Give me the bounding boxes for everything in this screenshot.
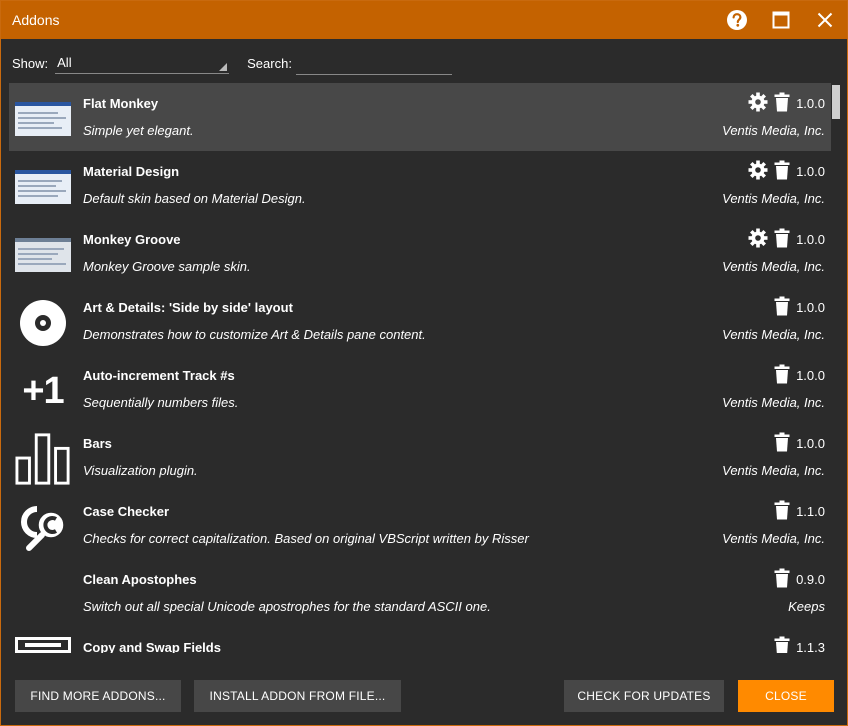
addon-name: Auto-increment Track #s (83, 368, 235, 383)
trash-icon (774, 364, 790, 383)
find-more-addons-button[interactable]: FIND MORE ADDONS... (15, 680, 181, 712)
addon-description: Sequentially numbers files. (83, 395, 239, 410)
show-dropdown[interactable]: All (55, 53, 230, 74)
case-checker-icon (21, 506, 65, 551)
skin-thumbnail (15, 93, 71, 145)
window-title: Addons (12, 12, 60, 28)
copy-swap-icon (15, 637, 71, 653)
addon-author: Ventis Media, Inc. (722, 259, 825, 274)
addon-version: 1.0.0 (796, 163, 825, 179)
close-button[interactable]: CLOSE (738, 680, 834, 712)
trash-icon (774, 636, 790, 653)
addon-description: Monkey Groove sample skin. (83, 259, 251, 274)
addon-row[interactable]: Bars Visualization plugin. 1.0.0 Ventis … (9, 423, 831, 491)
addon-row[interactable]: Copy and Swap Fields 1.1.3 (9, 627, 831, 653)
list-scrollbar[interactable] (832, 83, 840, 653)
addon-row[interactable]: Material Design Default skin based on Ma… (9, 151, 831, 219)
addon-author: Ventis Media, Inc. (722, 327, 825, 342)
addon-description: Checks for correct capitalization. Based… (83, 531, 529, 546)
addons-window: Addons Show: All Search: Flat Monkey Sim… (0, 0, 848, 726)
addon-settings-button[interactable] (748, 160, 768, 183)
addon-description: Visualization plugin. (83, 463, 198, 478)
addon-row[interactable]: +1 Auto-increment Track #s Sequentially … (9, 355, 831, 423)
addon-version: 1.0.0 (796, 435, 825, 451)
addon-delete-button[interactable] (774, 160, 790, 183)
trash-icon (774, 160, 790, 179)
addon-delete-button[interactable] (774, 568, 790, 591)
addon-author: Ventis Media, Inc. (722, 395, 825, 410)
addon-delete-button[interactable] (774, 92, 790, 115)
addon-version: 1.0.0 (796, 95, 825, 111)
addon-version: 0.9.0 (796, 571, 825, 587)
trash-icon (774, 432, 790, 451)
addon-name: Monkey Groove (83, 232, 181, 247)
trash-icon (774, 228, 790, 247)
plus-one-icon: +1 (22, 369, 64, 412)
addon-version: 1.0.0 (796, 299, 825, 315)
close-window-button[interactable] (803, 1, 847, 39)
maximize-button[interactable] (759, 1, 803, 39)
title-bar: Addons (1, 1, 847, 39)
show-dropdown-value: All (57, 54, 72, 70)
close-icon (817, 12, 833, 28)
addon-description: Demonstrates how to customize Art & Deta… (83, 327, 426, 342)
addon-name: Material Design (83, 164, 180, 179)
check-updates-button[interactable]: CHECK FOR UPDATES (564, 680, 724, 712)
addon-row[interactable]: Flat Monkey Simple yet elegant. 1.0.0 Ve… (9, 83, 831, 151)
addon-row[interactable]: Case Checker Checks for correct capitali… (9, 491, 831, 559)
addon-delete-button[interactable] (774, 296, 790, 319)
addon-version: 1.0.0 (796, 367, 825, 383)
addon-description: Simple yet elegant. (83, 123, 194, 138)
search-label: Search: (247, 55, 292, 71)
bars-icon (15, 433, 70, 485)
addon-description: Default skin based on Material Design. (83, 191, 306, 206)
help-icon (727, 10, 747, 30)
trash-icon (774, 568, 790, 587)
addon-list: Flat Monkey Simple yet elegant. 1.0.0 Ve… (9, 83, 831, 653)
addon-author: Ventis Media, Inc. (722, 191, 825, 206)
addon-settings-button[interactable] (748, 228, 768, 251)
addon-delete-button[interactable] (774, 636, 790, 653)
addon-author: Ventis Media, Inc. (722, 463, 825, 478)
addon-version: 1.0.0 (796, 231, 825, 247)
gear-icon (748, 160, 768, 179)
addon-author: Ventis Media, Inc. (722, 531, 825, 546)
addon-name: Copy and Swap Fields (83, 640, 221, 653)
addon-name: Art & Details: 'Side by side' layout (83, 300, 293, 315)
addon-delete-button[interactable] (774, 364, 790, 387)
addon-name: Flat Monkey (83, 96, 159, 111)
addon-version: 1.1.3 (796, 639, 825, 654)
skin-thumbnail (15, 161, 71, 213)
help-button[interactable] (715, 1, 759, 39)
filter-toolbar: Show: All Search: (12, 51, 847, 75)
addon-row[interactable]: Art & Details: 'Side by side' layout Dem… (9, 287, 831, 355)
show-label: Show: (12, 55, 49, 71)
addon-author: Keeps (788, 599, 825, 614)
addon-delete-button[interactable] (774, 500, 790, 523)
install-addon-button[interactable]: INSTALL ADDON FROM FILE... (194, 680, 401, 712)
trash-icon (774, 500, 790, 519)
gear-icon (748, 228, 768, 247)
gear-icon (748, 92, 768, 111)
skin-thumbnail (15, 229, 71, 281)
dropdown-arrow-icon (219, 62, 228, 71)
addon-delete-button[interactable] (774, 432, 790, 455)
trash-icon (774, 92, 790, 111)
addon-row[interactable]: Clean Apostophes Switch out all special … (9, 559, 831, 627)
trash-icon (774, 296, 790, 315)
disc-icon (20, 300, 66, 346)
search-input[interactable] (295, 51, 452, 75)
scrollbar-thumb[interactable] (832, 85, 840, 119)
addon-settings-button[interactable] (748, 92, 768, 115)
addon-author: Ventis Media, Inc. (722, 123, 825, 138)
addon-name: Clean Apostophes (83, 572, 197, 587)
addon-name: Bars (83, 436, 112, 451)
maximize-icon (772, 11, 790, 29)
addon-description: Switch out all special Unicode apostroph… (83, 599, 491, 614)
addon-version: 1.1.0 (796, 503, 825, 519)
addon-delete-button[interactable] (774, 228, 790, 251)
addon-row[interactable]: Monkey Groove Monkey Groove sample skin.… (9, 219, 831, 287)
addon-name: Case Checker (83, 504, 169, 519)
